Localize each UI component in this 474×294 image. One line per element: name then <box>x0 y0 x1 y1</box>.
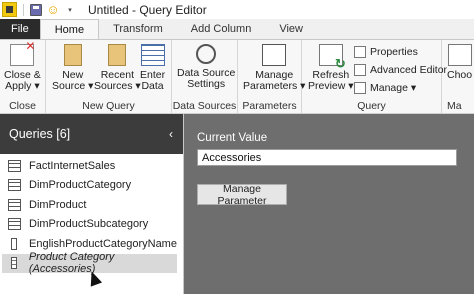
query-item-label: DimProductCategory <box>29 179 132 192</box>
query-item-factinternetsales[interactable]: FactInternetSales <box>0 156 183 176</box>
group-label-query: Query <box>357 100 386 112</box>
group-label-data-sources: Data Sources <box>172 100 237 112</box>
manage-label: Manage ▾ <box>370 82 417 94</box>
tab-view[interactable]: View <box>265 19 317 39</box>
enter-data-label-2: Data <box>141 80 164 92</box>
refresh-preview-label-2: Preview ▾ <box>308 80 354 92</box>
data-source-settings-button[interactable]: Data Source Settings <box>177 44 235 90</box>
recent-sources-button[interactable]: Recent Sources ▾ <box>94 44 141 92</box>
tab-file[interactable]: File <box>0 19 40 39</box>
data-source-settings-label-2: Settings <box>187 78 226 90</box>
advanced-editor-button[interactable]: Advanced Editor <box>354 64 447 76</box>
table-icon <box>8 179 21 192</box>
queries-pane: Queries [6] ‹ FactInternetSales DimProdu… <box>0 114 184 294</box>
group-label-close: Close <box>9 100 36 112</box>
queries-header: Queries [6] ‹ <box>0 114 183 154</box>
query-item-label: DimProduct <box>29 198 87 211</box>
query-item-label: FactInternetSales <box>29 159 116 172</box>
ribbon-group-parameters: Manage Parameters ▾ Parameters <box>238 40 305 113</box>
save-icon[interactable] <box>29 3 43 17</box>
ribbon-group-new-query: New Source ▾ Recent Sources ▾ Enter Data… <box>46 40 172 113</box>
parameter-icon <box>11 257 17 270</box>
close-apply-label-2: Apply ▾ <box>5 80 40 92</box>
parameters-icon <box>262 44 287 66</box>
new-source-icon <box>63 44 82 66</box>
recent-sources-label-2: Sources ▾ <box>94 80 141 92</box>
close-apply-button[interactable]: Close & Apply ▾ <box>4 41 41 92</box>
table-icon <box>8 218 21 231</box>
advanced-editor-icon <box>354 64 366 76</box>
choose-columns-icon <box>447 44 472 66</box>
query-item-dimproduct[interactable]: DimProduct <box>0 195 183 215</box>
query-item-label: DimProductSubcategory <box>29 218 149 231</box>
current-value-label: Current Value <box>197 132 268 144</box>
manage-parameters-button[interactable]: Manage Parameters ▾ <box>243 44 305 92</box>
properties-label: Properties <box>370 46 418 58</box>
group-label-partial: Ma <box>447 100 462 112</box>
ribbon: Close & Apply ▾ Close New Source ▾ Recen… <box>0 39 474 114</box>
refresh-icon <box>318 44 346 69</box>
queries-title: Queries [6] <box>9 127 71 141</box>
table-icon <box>140 44 165 66</box>
properties-button[interactable]: Properties <box>354 46 418 58</box>
powerbi-app-icon <box>2 2 17 17</box>
query-list: FactInternetSales DimProductCategory Dim… <box>0 154 183 276</box>
quick-access-separator <box>23 3 24 16</box>
manage-icon <box>354 82 366 94</box>
ribbon-group-partial: Choo Ma <box>442 40 474 113</box>
enter-data-button[interactable]: Enter Data <box>140 44 165 92</box>
manage-button[interactable]: Manage ▾ <box>354 82 416 94</box>
table-icon <box>8 159 21 172</box>
ribbon-tabs: File Home Transform Add Column View <box>0 19 474 39</box>
query-item-dimproductsubcategory[interactable]: DimProductSubcategory <box>0 215 183 235</box>
choose-columns-label: Choo <box>447 69 473 81</box>
parameter-details-panel: Current Value Manage Parameter <box>184 114 474 294</box>
window-title: Untitled - Query Editor <box>88 2 207 17</box>
tab-home[interactable]: Home <box>39 19 100 39</box>
properties-icon <box>354 46 366 58</box>
refresh-preview-button[interactable]: Refresh Preview ▾ <box>308 44 354 92</box>
ribbon-group-close: Close & Apply ▾ Close <box>0 40 46 113</box>
current-value-input[interactable] <box>197 149 457 166</box>
manage-parameter-button[interactable]: Manage Parameter <box>197 183 287 207</box>
quick-access-dropdown-icon[interactable]: ▾ <box>63 3 77 17</box>
smile-feedback-icon[interactable]: ☺ <box>46 2 60 17</box>
ribbon-group-query: Refresh Preview ▾ Properties Advanced Ed… <box>302 40 447 113</box>
tab-add-column[interactable]: Add Column <box>177 19 266 39</box>
close-apply-icon <box>10 41 35 66</box>
gear-icon <box>196 44 217 64</box>
advanced-editor-label: Advanced Editor <box>370 64 448 76</box>
choose-columns-button[interactable]: Choo <box>447 44 472 81</box>
query-item-label: Product Category (Accessories) <box>28 251 115 276</box>
tab-transform[interactable]: Transform <box>99 19 177 39</box>
title-bar: ☺ ▾ Untitled - Query Editor <box>0 0 474 19</box>
ribbon-group-data-sources: Data Source Settings Data Sources <box>172 40 238 113</box>
recent-sources-icon <box>108 44 127 66</box>
query-item-product-category-parameter[interactable]: Product Category (Accessories) <box>2 251 177 276</box>
new-source-button[interactable]: New Source ▾ <box>52 44 93 92</box>
new-source-label-2: Source ▾ <box>52 80 94 92</box>
query-item-dimproductcategory[interactable]: DimProductCategory <box>0 176 183 196</box>
query-item-label: EnglishProductCategoryName <box>29 237 177 250</box>
collapse-pane-icon[interactable]: ‹ <box>169 127 173 141</box>
manage-parameters-label-2: Parameters ▾ <box>243 80 306 92</box>
group-label-new-query: New Query <box>82 100 135 112</box>
group-label-parameters: Parameters <box>242 100 297 112</box>
list-icon <box>11 237 17 250</box>
table-icon <box>8 198 21 211</box>
